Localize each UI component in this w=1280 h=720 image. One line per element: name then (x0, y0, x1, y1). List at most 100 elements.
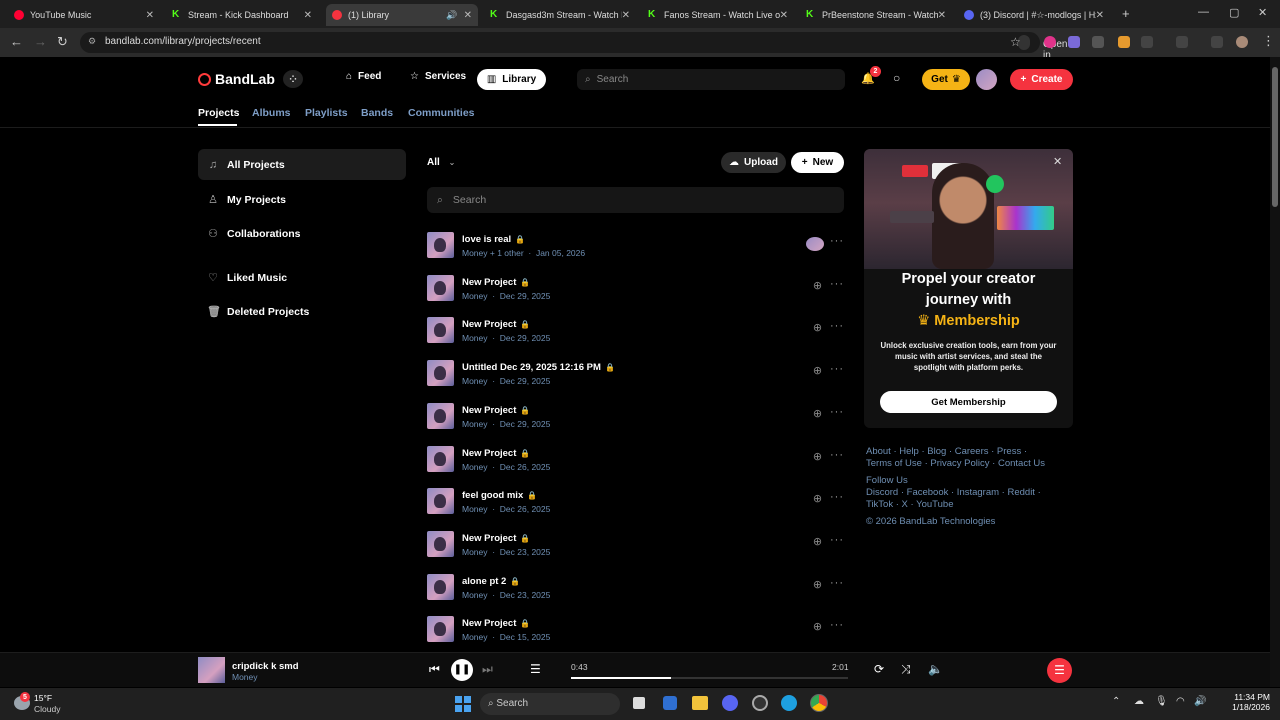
sidebar-item-collaborations[interactable]: ⚇ Collaborations (198, 218, 406, 249)
volume-icon[interactable]: 🔊 (1194, 696, 1206, 707)
windows-start-icon[interactable] (455, 696, 471, 712)
more-options-icon[interactable]: ··· (830, 363, 844, 375)
track-title[interactable]: cripdick k smd (232, 661, 299, 672)
track-artwork[interactable] (198, 657, 225, 683)
footer-social-links[interactable]: TikTok · X · YouTube (866, 499, 953, 510)
collaborate-icon[interactable]: ⊕ (811, 536, 824, 549)
project-title[interactable]: New Project (462, 277, 516, 288)
project-title[interactable]: New Project (462, 533, 516, 544)
collaborate-icon[interactable]: ⊕ (811, 280, 824, 293)
next-track-icon[interactable]: ⏭ (482, 662, 493, 677)
close-icon[interactable]: ✕ (464, 10, 472, 21)
project-row[interactable]: New Project 🔒 Money · Dec 15, 2025 ⊕ ··· (427, 616, 844, 650)
project-title[interactable]: Untitled Dec 29, 2025 12:16 PM (462, 362, 601, 373)
browser-tab[interactable]: K Dasgasd3m Stream - Watch Li... ✕ (484, 4, 636, 26)
close-icon[interactable]: ✕ (1053, 155, 1062, 168)
project-thumbnail[interactable] (427, 530, 454, 557)
clock[interactable]: 11:34 PM 1/18/2026 (1224, 692, 1270, 712)
back-icon[interactable]: ← (10, 35, 23, 49)
window-close-icon[interactable]: ✕ (1258, 6, 1267, 19)
more-options-icon[interactable]: ··· (830, 406, 844, 418)
more-options-icon[interactable]: ··· (830, 577, 844, 589)
tray-chevron-icon[interactable]: ⌃ (1112, 696, 1120, 707)
nav-library[interactable]: ▥ Library (477, 69, 546, 90)
project-row[interactable]: New Project 🔒 Money · Dec 23, 2025 ⊕ ··· (427, 530, 844, 565)
extension-icon[interactable] (1044, 36, 1056, 48)
subnav-communities[interactable]: Communities (408, 107, 475, 119)
track-artist[interactable]: Money (232, 672, 258, 682)
messages-icon[interactable]: ○ (893, 71, 900, 85)
close-icon[interactable]: ✕ (146, 10, 154, 21)
obs-icon[interactable] (752, 695, 768, 711)
collaborate-icon[interactable]: ⊕ (811, 579, 824, 592)
subnav-albums[interactable]: Albums (252, 107, 291, 119)
subnav-playlists[interactable]: Playlists (305, 107, 348, 119)
file-explorer-icon[interactable] (692, 696, 708, 710)
more-options-icon[interactable]: ··· (830, 491, 844, 503)
browser-tab[interactable]: K Fanos Stream - Watch Live on K... ✕ (642, 4, 794, 26)
project-thumbnail[interactable] (427, 488, 454, 515)
collaborate-icon[interactable]: ⊕ (811, 451, 824, 464)
repeat-icon[interactable]: ⟳ (874, 662, 884, 676)
task-view-icon[interactable] (633, 697, 645, 709)
project-row[interactable]: alone pt 2 🔒 Money · Dec 23, 2025 ⊕ ··· (427, 573, 844, 608)
shuffle-icon[interactable]: ⤨ (901, 662, 911, 677)
project-row[interactable]: Untitled Dec 29, 2025 12:16 PM 🔒 Money · D… (427, 360, 844, 394)
volume-icon[interactable]: 🔈 (928, 662, 943, 676)
browser-tab-active[interactable]: (1) Library 🔊 ✕ (326, 4, 478, 26)
bandlab-logo[interactable]: BandLab (198, 71, 275, 87)
speaker-icon[interactable]: 🔊 (446, 10, 457, 21)
get-membership-cta-button[interactable]: Get Membership (880, 391, 1057, 413)
subnav-bands[interactable]: Bands (361, 107, 393, 119)
project-title[interactable]: New Project (462, 448, 516, 459)
project-row[interactable]: New Project 🔒 Money · Dec 29, 2025 ⊕ ··· (427, 274, 844, 309)
edge-icon[interactable] (781, 695, 797, 711)
previous-track-icon[interactable]: ⏮ (429, 662, 440, 677)
collaborators-avatars[interactable] (806, 237, 824, 251)
sidebar-item-deleted-projects[interactable]: 🗑 Deleted Projects (198, 296, 406, 327)
minimize-icon[interactable]: — (1198, 6, 1209, 18)
project-thumbnail[interactable] (427, 360, 454, 387)
collaborate-icon[interactable]: ⊕ (811, 365, 824, 378)
project-title[interactable]: feel good mix (462, 490, 523, 501)
apps-grid-icon[interactable]: ⁘ (283, 70, 303, 88)
project-title[interactable]: alone pt 2 (462, 576, 506, 587)
extensions-puzzle-icon[interactable] (1141, 36, 1153, 48)
menu-dots-icon[interactable]: ⋮ (1262, 34, 1275, 48)
project-thumbnail[interactable] (427, 274, 454, 301)
tray-app-icon[interactable]: ☁ (1134, 696, 1144, 707)
browser-tab[interactable]: K Stream - Kick Dashboard ✕ (166, 4, 318, 26)
bookmark-star-icon[interactable]: ☆ (1010, 35, 1021, 49)
browser-tab[interactable]: YouTube Music ✕ (8, 4, 160, 26)
extension-icon[interactable] (1092, 36, 1104, 48)
page-scrollbar[interactable] (1270, 57, 1280, 687)
forward-icon[interactable]: → (34, 35, 47, 49)
project-row[interactable]: feel good mix 🔒 Money · Dec 26, 2025 ⊕ ··· (427, 488, 844, 522)
sidebar-item-liked-music[interactable]: ♡ Liked Music (198, 262, 406, 293)
footer-links-row[interactable]: Terms of Use · Privacy Policy · Contact … (866, 458, 1045, 469)
collaborate-icon[interactable]: ⊕ (811, 408, 824, 421)
close-icon[interactable]: ✕ (304, 10, 312, 21)
collaborate-icon[interactable]: ⊕ (811, 322, 824, 335)
project-thumbnail[interactable] (427, 616, 454, 643)
nav-services[interactable]: ☆ Services (410, 71, 466, 82)
header-search-input[interactable]: ⌕ Search (577, 69, 845, 90)
discord-icon[interactable] (722, 695, 738, 711)
extension-icon[interactable] (1118, 36, 1130, 48)
player-menu-button[interactable]: ☰ (1047, 658, 1072, 683)
user-avatar[interactable] (976, 69, 997, 90)
new-tab-button[interactable]: + (1122, 6, 1130, 21)
wifi-icon[interactable]: ◠ (1176, 696, 1185, 707)
new-project-button[interactable]: + New (791, 152, 844, 173)
close-icon[interactable]: ✕ (780, 10, 788, 21)
sidebar-icon[interactable] (1176, 36, 1188, 48)
create-button[interactable]: + Create (1010, 69, 1073, 90)
footer-social-links[interactable]: Discord · Facebook · Instagram · Reddit … (866, 487, 1041, 498)
project-title[interactable]: New Project (462, 319, 516, 330)
subnav-projects[interactable]: Projects (198, 107, 239, 119)
project-thumbnail[interactable] (427, 402, 454, 429)
close-icon[interactable]: ✕ (1096, 10, 1104, 21)
more-options-icon[interactable]: ··· (830, 278, 844, 290)
collaborate-icon[interactable]: ⊕ (811, 493, 824, 506)
project-row[interactable]: New Project 🔒 Money · Dec 29, 2025 ⊕ ··· (427, 317, 844, 351)
